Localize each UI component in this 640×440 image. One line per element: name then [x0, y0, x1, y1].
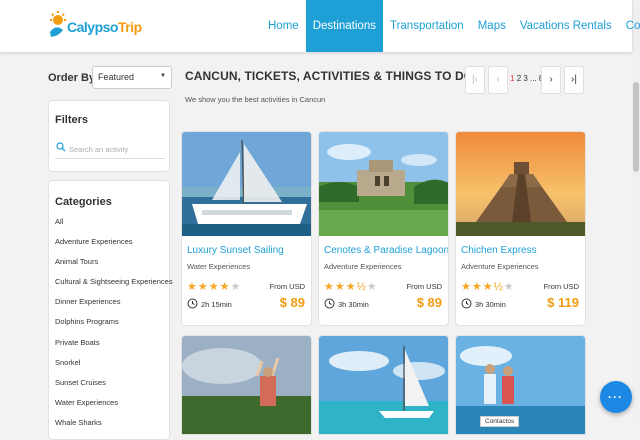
filters-title: Filters: [55, 114, 89, 126]
rating-stars: ★★★½★: [461, 281, 515, 293]
category-adventure[interactable]: Adventure Experiences: [55, 237, 173, 257]
filters-panel: Filters Search an activity: [48, 100, 170, 172]
rating-stars: ★★★★★: [187, 281, 242, 293]
chat-bubble-icon: ···: [608, 390, 623, 404]
clock-icon: [461, 298, 472, 309]
pagination-last-button[interactable]: ›|: [564, 66, 584, 94]
activity-image-couple-boat[interactable]: [456, 336, 586, 435]
clock-icon: [324, 298, 335, 309]
nav-contact[interactable]: Contact: [619, 0, 640, 52]
category-sunset-cruises[interactable]: Sunset Cruises: [55, 378, 173, 398]
rating-stars: ★★★½★: [324, 281, 378, 293]
main-nav: Home Destinations Transportation Maps Va…: [261, 0, 640, 52]
logo-text: CalypsoTrip: [67, 19, 142, 35]
category-all[interactable]: All: [55, 217, 173, 237]
search-icon: [56, 142, 66, 152]
category-snorkel[interactable]: Snorkel: [55, 358, 173, 378]
order-by-select[interactable]: Featured ▼: [92, 66, 172, 89]
activity-category: Adventure Experiences: [324, 262, 402, 271]
categories-list: All Adventure Experiences Animal Tours C…: [55, 217, 173, 438]
activity-price: $ 89: [416, 295, 442, 310]
activity-price: $ 119: [547, 295, 579, 310]
scrollbar-thumb[interactable]: [633, 82, 639, 172]
pagination-prev-button[interactable]: ‹: [488, 66, 508, 94]
activity-category: Adventure Experiences: [461, 262, 539, 271]
nav-vacations-rentals[interactable]: Vacations Rentals: [513, 0, 619, 52]
clock-icon: [187, 298, 198, 309]
site-header: CalypsoTrip Home Destinations Transporta…: [0, 0, 640, 52]
activity-duration: 3h 30min: [338, 300, 369, 309]
page-scrollbar[interactable]: [632, 0, 640, 425]
category-cultural[interactable]: Cultural & Sightseeing Experiences: [55, 277, 173, 297]
activity-card[interactable]: Chichen Express Adventure Experiences ★★…: [455, 131, 586, 326]
category-whale-sharks[interactable]: Whale Sharks: [55, 418, 173, 438]
activity-image-chichen-itza[interactable]: [456, 132, 585, 236]
categories-panel: Categories All Adventure Experiences Ani…: [48, 180, 173, 440]
nav-maps[interactable]: Maps: [471, 0, 513, 52]
activity-card[interactable]: [455, 335, 586, 435]
activity-card[interactable]: Luxury Sunset Sailing Water Experiences …: [181, 131, 312, 326]
page-subtitle: We show you the best activities in Cancu…: [185, 95, 326, 104]
activity-image-jungle[interactable]: [182, 336, 312, 435]
price-from-label: From USD: [543, 282, 579, 291]
price-from-label: From USD: [269, 282, 305, 291]
category-dolphins[interactable]: Dolphins Programs: [55, 317, 173, 337]
categories-title: Categories: [55, 196, 112, 208]
activity-card[interactable]: [318, 335, 449, 435]
price-from-label: From USD: [406, 282, 442, 291]
contact-tooltip: Contactos: [480, 416, 520, 427]
pagination-pages: 1 2 3 ... 8: [510, 74, 543, 83]
activity-image-catamaran[interactable]: [182, 132, 311, 236]
category-private-boats[interactable]: Private Boats: [55, 338, 173, 358]
nav-transportation[interactable]: Transportation: [383, 0, 471, 52]
activity-title[interactable]: Chichen Express: [461, 245, 537, 256]
nav-home[interactable]: Home: [261, 0, 306, 52]
nav-destinations[interactable]: Destinations: [305, 0, 383, 52]
pagination-first-button[interactable]: |‹: [465, 66, 485, 94]
activity-image-sailboat[interactable]: [319, 336, 449, 435]
caret-down-icon: ▼: [160, 73, 166, 79]
calypso-trip-logo[interactable]: CalypsoTrip: [47, 10, 157, 44]
search-placeholder: Search an activity: [69, 145, 129, 154]
order-by-label: Order By: [48, 72, 96, 84]
activity-title[interactable]: Luxury Sunset Sailing: [187, 245, 284, 256]
activity-search-input[interactable]: Search an activity: [55, 141, 165, 159]
activity-card[interactable]: [181, 335, 312, 435]
activity-category: Water Experiences: [187, 262, 251, 271]
category-animal-tours[interactable]: Animal Tours: [55, 257, 173, 277]
activity-title[interactable]: Cenotes & Paradise Lagoon: [324, 245, 448, 256]
category-dinner[interactable]: Dinner Experiences: [55, 297, 173, 317]
activity-duration: 2h 15min: [201, 300, 232, 309]
chat-button[interactable]: ···: [600, 381, 632, 413]
activity-price: $ 89: [279, 295, 305, 310]
pagination-next-button[interactable]: ›: [541, 66, 561, 94]
activity-duration: 3h 30min: [475, 300, 506, 309]
activity-image-tulum-ruins[interactable]: [319, 132, 448, 236]
sun-logo-icon: [50, 11, 66, 37]
category-water[interactable]: Water Experiences: [55, 398, 173, 418]
pagination-current-page[interactable]: 1: [510, 74, 514, 83]
pagination-other-pages[interactable]: 2 3 ... 8: [517, 74, 544, 83]
page-title: CANCUN, TICKETS, ACTIVITIES & THINGS TO …: [185, 69, 474, 83]
activity-card[interactable]: Cenotes & Paradise Lagoon Adventure Expe…: [318, 131, 449, 326]
order-by-value: Featured: [98, 72, 135, 82]
